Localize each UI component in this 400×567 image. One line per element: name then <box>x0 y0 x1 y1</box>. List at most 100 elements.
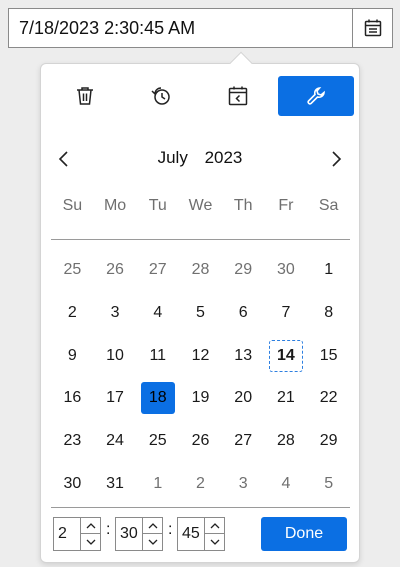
day-cell[interactable]: 30 <box>265 249 308 292</box>
day-cell[interactable]: 11 <box>136 334 179 377</box>
day-cell[interactable]: 2 <box>51 292 94 335</box>
day-number: 5 <box>324 474 334 492</box>
day-cell-today[interactable]: 14 <box>265 334 308 377</box>
day-cell[interactable]: 7 <box>265 292 308 335</box>
minute-value[interactable]: 30 <box>120 518 138 550</box>
today-button[interactable] <box>200 76 276 116</box>
minute-up-button[interactable] <box>143 518 162 534</box>
weekday-label: Th <box>233 197 253 214</box>
day-cell[interactable]: 24 <box>94 420 137 463</box>
day-cell[interactable]: 30 <box>51 462 94 505</box>
day-cell[interactable]: 28 <box>179 249 222 292</box>
time-separator: : <box>106 521 111 538</box>
day-cell[interactable]: 23 <box>51 420 94 463</box>
day-number: 19 <box>191 389 210 407</box>
day-cell[interactable]: 25 <box>136 420 179 463</box>
day-number: 21 <box>277 389 295 407</box>
day-number: 29 <box>234 261 253 279</box>
wrench-icon <box>307 87 325 105</box>
day-number: 25 <box>63 261 82 279</box>
day-cell-selected[interactable]: 18 <box>136 377 179 420</box>
weekday-label: Sa <box>318 197 339 214</box>
reset-button[interactable] <box>123 76 199 116</box>
day-number: 3 <box>238 474 248 492</box>
day-cell[interactable]: 26 <box>179 420 222 463</box>
day-number: 27 <box>234 432 253 450</box>
popup-caret <box>229 51 253 75</box>
day-cell[interactable]: 16 <box>51 377 94 420</box>
day-number: 30 <box>63 474 82 492</box>
settings-button[interactable] <box>278 76 354 116</box>
day-number: 29 <box>319 432 338 450</box>
day-number: 12 <box>191 346 210 364</box>
day-number: 2 <box>67 304 77 322</box>
month-year-title[interactable]: July 2023 <box>41 148 359 168</box>
hour-spinner[interactable]: 2 <box>53 517 101 551</box>
next-month-button[interactable] <box>321 144 351 174</box>
day-cell[interactable]: 19 <box>179 377 222 420</box>
day-cell[interactable]: 8 <box>307 292 350 335</box>
day-number: 6 <box>238 304 248 322</box>
second-arrows <box>204 518 224 550</box>
second-value[interactable]: 45 <box>182 518 200 550</box>
clear-button[interactable] <box>47 76 123 116</box>
day-cell[interactable]: 25 <box>51 249 94 292</box>
day-cell[interactable]: 27 <box>222 420 265 463</box>
day-cell[interactable]: 27 <box>136 249 179 292</box>
picker-toolbar <box>41 76 359 116</box>
day-cell[interactable]: 5 <box>179 292 222 335</box>
day-cell[interactable]: 10 <box>94 334 137 377</box>
minute-spinner[interactable]: 30 <box>115 517 163 551</box>
day-cell[interactable]: 4 <box>265 462 308 505</box>
hour-value[interactable]: 2 <box>58 518 67 550</box>
day-cell[interactable]: 17 <box>94 377 137 420</box>
day-cell[interactable]: 28 <box>265 420 308 463</box>
weekday-header: Su Mo Tu We Th Fr Sa <box>51 197 350 215</box>
day-number: 31 <box>106 474 124 492</box>
weekday-label: Tu <box>148 197 167 214</box>
hour-down-button[interactable] <box>81 534 100 550</box>
day-cell[interactable]: 4 <box>136 292 179 335</box>
day-cell[interactable]: 2 <box>179 462 222 505</box>
day-number: 18 <box>140 382 175 415</box>
day-number: 15 <box>319 346 338 364</box>
day-cell[interactable]: 29 <box>222 249 265 292</box>
day-cell[interactable]: 15 <box>307 334 350 377</box>
day-cell[interactable]: 9 <box>51 334 94 377</box>
done-button[interactable]: Done <box>261 517 347 551</box>
chevron-down-icon <box>210 539 219 545</box>
day-cell[interactable]: 22 <box>307 377 350 420</box>
hour-up-button[interactable] <box>81 518 100 534</box>
day-cell[interactable]: 13 <box>222 334 265 377</box>
day-cell[interactable]: 26 <box>94 249 137 292</box>
second-up-button[interactable] <box>205 518 224 534</box>
second-spinner[interactable]: 45 <box>177 517 225 551</box>
day-cell[interactable]: 20 <box>222 377 265 420</box>
minute-down-button[interactable] <box>143 534 162 550</box>
day-grid: 25 26 27 28 29 30 1 2 3 4 5 6 7 8 9 10 11 12 13 14 15 16 17 18 1… <box>51 249 350 505</box>
day-cell[interactable]: 3 <box>94 292 137 335</box>
day-number: 23 <box>63 432 82 450</box>
day-number: 2 <box>196 474 205 492</box>
day-cell[interactable]: 12 <box>179 334 222 377</box>
day-number: 7 <box>281 304 291 322</box>
day-number: 4 <box>153 304 163 322</box>
datetime-picker-popup: July 2023 Su Mo Tu We Th Fr Sa 25 26 27 28 29 30 1 2 3… <box>40 51 360 563</box>
day-number: 13 <box>234 346 253 364</box>
calendar-toggle-button[interactable] <box>352 9 392 47</box>
day-cell[interactable]: 31 <box>94 462 137 505</box>
day-cell[interactable]: 3 <box>222 462 265 505</box>
day-number: 30 <box>277 261 295 279</box>
day-cell[interactable]: 21 <box>265 377 308 420</box>
day-cell[interactable]: 5 <box>307 462 350 505</box>
time-separator: : <box>168 521 173 538</box>
trash-icon <box>77 87 93 105</box>
second-down-button[interactable] <box>205 534 224 550</box>
datetime-input[interactable]: 7/18/2023 2:30:45 AM <box>9 9 352 47</box>
day-cell[interactable]: 1 <box>136 462 179 505</box>
day-cell[interactable]: 1 <box>307 249 350 292</box>
calendar-back-icon <box>228 86 248 106</box>
day-cell[interactable]: 6 <box>222 292 265 335</box>
time-row: 2 : 30 : 45 Done <box>53 517 349 551</box>
day-cell[interactable]: 29 <box>307 420 350 463</box>
